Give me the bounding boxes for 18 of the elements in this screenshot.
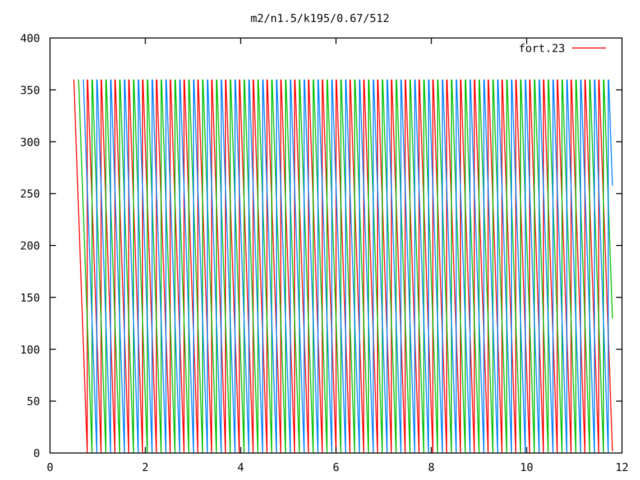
tick-label: 200 (20, 240, 40, 252)
tick-label: 0 (33, 447, 40, 460)
tick-label: 2 (142, 461, 149, 474)
tick-label: 250 (20, 188, 40, 201)
legend-label: fort.23 (518, 42, 565, 55)
tick-label: 6 (332, 461, 340, 474)
tick-label: 350 (20, 84, 40, 97)
tick-label: 10 (520, 461, 534, 474)
tick-label: 150 (20, 291, 40, 304)
tick-label: 400 (20, 32, 40, 45)
tick-label: 8 (428, 461, 435, 474)
tick-label: 12 (615, 461, 629, 474)
tick-label: 4 (237, 461, 244, 474)
chart-title: m2/n1.5/k195/0.67/512 (250, 12, 390, 25)
tick-label: 50 (26, 395, 40, 408)
tick-label: 300 (20, 136, 40, 149)
tick-label: 0 (46, 461, 54, 474)
tick-label: 100 (20, 343, 40, 356)
